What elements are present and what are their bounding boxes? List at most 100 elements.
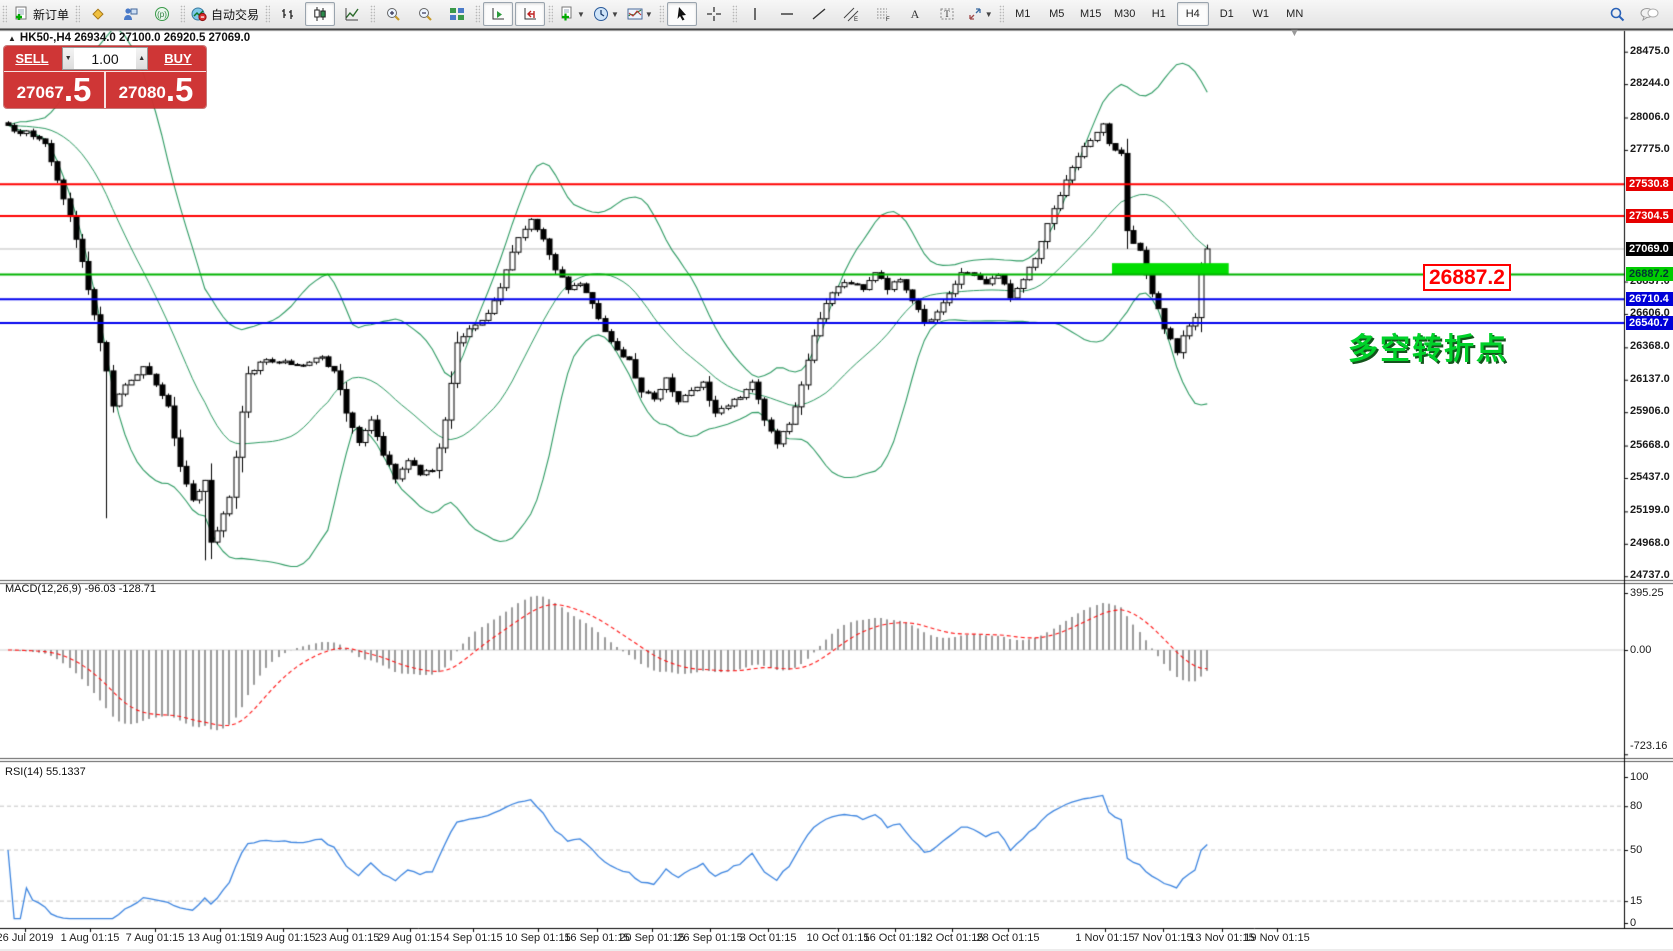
tf-h4-button[interactable]: H4 — [1177, 2, 1209, 26]
dropdown-arrow-icon[interactable]: ▼ — [577, 10, 585, 19]
buy-button[interactable]: BUY — [150, 51, 206, 66]
svg-text:(p): (p) — [157, 10, 167, 19]
toolbar: 新订单 (p) 自动交易 ▼ ▼ ▼ EFAT ▼ M1M5M15 M30 H1 H4 D1 W1 MN — [0, 0, 1673, 29]
time-axis-label: 1 Aug 01:15 — [61, 932, 120, 944]
candlestick-icon — [312, 6, 328, 22]
chart-shift-button[interactable] — [515, 2, 545, 26]
trade-panel-prices: 27067.5 27080.5 — [4, 71, 206, 108]
period-button[interactable]: ▼ — [590, 2, 622, 26]
price-axis-label: 24968.0 — [1630, 537, 1670, 549]
time-axis-label: 19 Aug 01:15 — [251, 932, 316, 944]
toolbar-right — [1601, 2, 1665, 26]
collapse-panel-icon[interactable]: ▲ — [8, 34, 16, 43]
zoom-in-icon — [385, 6, 401, 22]
volume-increase-button[interactable]: ▲ — [136, 48, 147, 69]
rsi-axis-label: 80 — [1630, 800, 1642, 812]
tf-h4-button-label: H4 — [1186, 8, 1200, 20]
auto-trading-button[interactable]: 自动交易 — [188, 2, 262, 26]
text-label-button[interactable]: T — [932, 2, 962, 26]
time-axis-label: 26 Jul 2019 — [0, 932, 53, 944]
tf-w1-button-label: W1 — [1252, 8, 1269, 20]
time-axis-label: 7 Nov 01:15 — [1133, 932, 1192, 944]
time-axis-label: 4 Sep 01:15 — [443, 932, 502, 944]
tf-d1-button[interactable]: D1 — [1211, 2, 1243, 26]
trendline-button[interactable] — [804, 2, 834, 26]
price-line-badge: 26540.7 — [1626, 316, 1673, 330]
price-axis-label: 25199.0 — [1630, 504, 1670, 516]
price-axis-label: 28006.0 — [1630, 111, 1670, 123]
price-line-badge: 27530.8 — [1626, 177, 1673, 191]
volume-input[interactable] — [74, 48, 137, 69]
zoom-in-button[interactable] — [378, 2, 408, 26]
terminal-window-button[interactable] — [115, 2, 145, 26]
tile-windows-icon — [449, 6, 465, 22]
chat-button[interactable] — [1634, 2, 1664, 26]
text-icon: A — [907, 6, 923, 22]
macd-axis-label: 395.25 — [1630, 587, 1664, 599]
chart-canvas[interactable] — [0, 29, 1673, 949]
crosshair-icon — [706, 6, 722, 22]
volume-decrease-button[interactable]: ▼ — [63, 48, 74, 69]
auto-scroll-button[interactable] — [483, 2, 513, 26]
indicators-button[interactable]: ▼ — [624, 2, 656, 26]
tf-d1-button-label: D1 — [1220, 8, 1234, 20]
price-axis-label: 25437.0 — [1630, 471, 1670, 483]
tf-m5-button[interactable]: M5 — [1041, 2, 1073, 26]
bar-chart-button[interactable] — [273, 2, 303, 26]
time-axis-label: 3 Oct 01:15 — [740, 932, 797, 944]
candlestick-chart-button[interactable] — [305, 2, 335, 26]
rsi-axis-label: 50 — [1630, 844, 1642, 856]
dropdown-arrow-icon[interactable]: ▼ — [611, 10, 619, 19]
channel-icon: E — [843, 6, 859, 22]
price-line-badge: 26887.2 — [1626, 267, 1673, 281]
time-axis-label: 10 Oct 01:15 — [807, 932, 870, 944]
tf-h1-button[interactable]: H1 — [1143, 2, 1175, 26]
templates-button[interactable]: ▼ — [556, 2, 588, 26]
trade-panel-top-row: SELL ▼ ▲ BUY — [4, 46, 206, 71]
tf-w1-button[interactable]: W1 — [1245, 2, 1277, 26]
tile-windows-button[interactable] — [442, 2, 472, 26]
tf-m30-button-label: M30 — [1114, 8, 1135, 20]
cursor-button[interactable] — [667, 2, 697, 26]
current-price-badge: 27069.0 — [1626, 242, 1673, 256]
dropdown-arrow-icon[interactable]: ▼ — [645, 10, 653, 19]
chart-shift-icon — [522, 6, 538, 22]
time-axis-label: 20 Sep 01:15 — [619, 932, 684, 944]
tf-mn-button[interactable]: MN — [1279, 2, 1311, 26]
price-annotation-label[interactable]: 26887.2 — [1423, 264, 1511, 291]
crosshair-button[interactable] — [699, 2, 729, 26]
toolbar-grip — [659, 5, 664, 23]
charts-window-button[interactable] — [83, 2, 113, 26]
new-order-button[interactable]: 新订单 — [10, 2, 72, 26]
horizontal-line-button[interactable] — [772, 2, 802, 26]
symbol-ohlc-text: HK50-,H4 26934.0 27100.0 26920.5 27069.0 — [20, 32, 250, 44]
price-axis-label: 25906.0 — [1630, 405, 1670, 417]
terminal-icon — [122, 6, 138, 22]
svg-text:A: A — [910, 7, 919, 21]
toolbar-grip — [475, 5, 480, 23]
turning-point-annotation[interactable]: 多空转折点 — [1348, 324, 1508, 368]
channel-button[interactable]: E — [836, 2, 866, 26]
arrows-button[interactable]: ▼ — [964, 2, 996, 26]
line-chart-button[interactable] — [337, 2, 367, 26]
dropdown-arrow-icon[interactable]: ▼ — [985, 10, 993, 19]
time-axis-label: 28 Oct 01:15 — [977, 932, 1040, 944]
auto-scroll-icon — [490, 6, 506, 22]
symbol-title: ▲ HK50-,H4 26934.0 27100.0 26920.5 27069.… — [8, 32, 250, 44]
signals-button[interactable]: (p) — [147, 2, 177, 26]
signals-icon: (p) — [154, 6, 170, 22]
vertical-line-button[interactable] — [740, 2, 770, 26]
price-line-badge: 26710.4 — [1626, 292, 1673, 306]
search-button[interactable] — [1602, 2, 1632, 26]
tf-m30-button[interactable]: M30 — [1109, 2, 1141, 26]
tf-m1-button[interactable]: M1 — [1007, 2, 1039, 26]
tf-m15-button[interactable]: M15 — [1075, 2, 1107, 26]
text-button[interactable]: A — [900, 2, 930, 26]
sell-button[interactable]: SELL — [4, 51, 60, 66]
rsi-axis-label: 0 — [1630, 917, 1636, 929]
zoom-out-button[interactable] — [410, 2, 440, 26]
clock-icon — [593, 6, 609, 22]
fibonacci-button[interactable]: F — [868, 2, 898, 26]
new-order-icon — [13, 6, 30, 22]
indicators-icon — [627, 6, 643, 22]
